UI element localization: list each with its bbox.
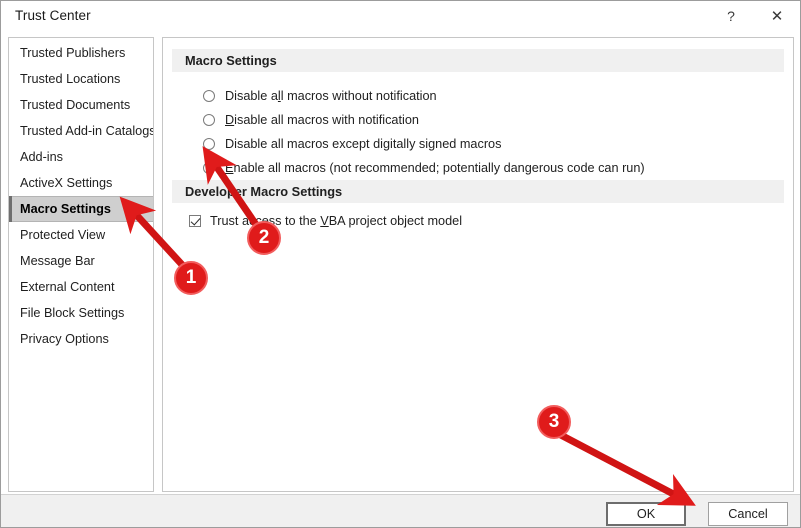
radio-label: Disable all macros except digitally sign… bbox=[225, 137, 502, 151]
annotation-badge-3: 3 bbox=[537, 405, 571, 439]
radio-option-enable-all-macros[interactable]: Enable all macros (not recommended; pote… bbox=[203, 157, 645, 179]
macro-settings-header: Macro Settings bbox=[172, 49, 784, 72]
sidebar-item-add-ins[interactable]: Add-ins bbox=[9, 144, 153, 170]
radio-option-disable-all-with-notification[interactable]: Disable all macros with notification bbox=[203, 109, 645, 131]
annotation-badge-1: 1 bbox=[174, 261, 208, 295]
radio-label: Disable all macros without notification bbox=[225, 89, 437, 103]
window-title: Trust Center bbox=[15, 8, 91, 23]
sidebar-item-external-content[interactable]: External Content bbox=[9, 274, 153, 300]
sidebar-item-trusted-publishers[interactable]: Trusted Publishers bbox=[9, 40, 153, 66]
title-bar: Trust Center ? ✕ bbox=[1, 1, 800, 33]
checkbox-icon-checked[interactable] bbox=[189, 215, 201, 227]
cancel-button[interactable]: Cancel bbox=[708, 502, 788, 526]
settings-panel: Macro Settings Disable all macros withou… bbox=[162, 37, 794, 492]
sidebar-item-trusted-locations[interactable]: Trusted Locations bbox=[9, 66, 153, 92]
annotation-badge-2: 2 bbox=[247, 221, 281, 255]
radio-label: Disable all macros with notification bbox=[225, 113, 419, 127]
checkbox-trust-access-vba[interactable]: Trust access to the VBA project object m… bbox=[189, 214, 462, 228]
trust-center-dialog: Trust Center ? ✕ Trusted Publishers Trus… bbox=[0, 0, 801, 528]
radio-option-disable-except-signed[interactable]: Disable all macros except digitally sign… bbox=[203, 133, 645, 155]
radio-icon[interactable] bbox=[203, 138, 215, 150]
developer-macro-settings-header: Developer Macro Settings bbox=[172, 180, 784, 203]
help-icon[interactable]: ? bbox=[708, 1, 754, 31]
checkbox-label: Trust access to the VBA project object m… bbox=[210, 214, 463, 228]
sidebar-item-privacy-options[interactable]: Privacy Options bbox=[9, 326, 153, 352]
sidebar-item-trusted-add-in-catalogs[interactable]: Trusted Add-in Catalogs bbox=[9, 118, 153, 144]
ok-button[interactable]: OK bbox=[606, 502, 686, 526]
sidebar-item-file-block-settings[interactable]: File Block Settings bbox=[9, 300, 153, 326]
sidebar-item-protected-view[interactable]: Protected View bbox=[9, 222, 153, 248]
dialog-footer: OK Cancel bbox=[1, 494, 800, 527]
close-icon[interactable]: ✕ bbox=[754, 1, 800, 31]
sidebar: Trusted Publishers Trusted Locations Tru… bbox=[8, 37, 154, 492]
sidebar-item-activex-settings[interactable]: ActiveX Settings bbox=[9, 170, 153, 196]
sidebar-item-macro-settings[interactable]: Macro Settings bbox=[9, 196, 153, 222]
macro-settings-radio-group: Disable all macros without notification … bbox=[203, 85, 645, 181]
radio-icon-selected[interactable] bbox=[203, 162, 215, 174]
radio-icon[interactable] bbox=[203, 90, 215, 102]
radio-icon[interactable] bbox=[203, 114, 215, 126]
radio-option-disable-all-without-notification[interactable]: Disable all macros without notification bbox=[203, 85, 645, 107]
radio-label: Enable all macros (not recommended; pote… bbox=[225, 161, 645, 175]
sidebar-item-message-bar[interactable]: Message Bar bbox=[9, 248, 153, 274]
sidebar-item-trusted-documents[interactable]: Trusted Documents bbox=[9, 92, 153, 118]
